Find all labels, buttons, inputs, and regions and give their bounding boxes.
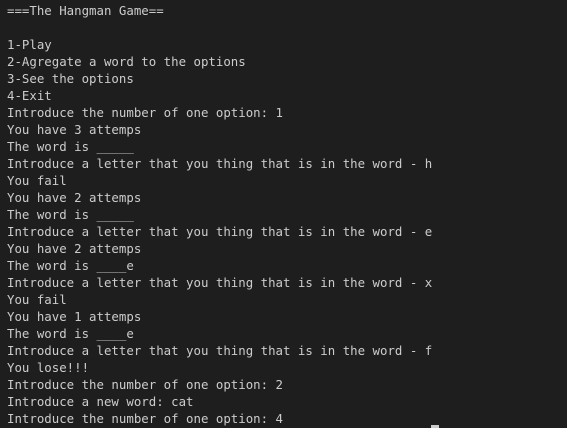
terminal-line: Introduce the number of one option: 1 <box>7 105 284 120</box>
terminal-line: Introduce a letter that you thing that i… <box>7 343 433 358</box>
terminal-line: The word is _____ <box>7 207 134 222</box>
terminal-line: ===The Hangman Game== <box>7 3 164 18</box>
terminal-line: You have 3 attemps <box>7 122 142 137</box>
terminal-line: The word is _____ <box>7 139 134 154</box>
terminal-line: Introduce the number of one option: 4 <box>7 411 284 426</box>
terminal-line: You have 2 attemps <box>7 241 142 256</box>
terminal-line: You fail <box>7 173 67 188</box>
terminal-line: 4-Exit <box>7 88 52 103</box>
terminal-line: 2-Agregate a word to the options <box>7 54 246 69</box>
terminal-output: ===The Hangman Game== 1-Play 2-Agregate … <box>7 2 567 427</box>
terminal-line: 1-Play <box>7 37 52 52</box>
terminal-line: Introduce a letter that you thing that i… <box>7 275 433 290</box>
terminal-line: You lose!!! <box>7 360 90 375</box>
terminal-line: You fail <box>7 292 67 307</box>
terminal-line: 3-See the options <box>7 71 134 86</box>
terminal-line: You have 2 attemps <box>7 190 142 205</box>
terminal-line: The word is ____e <box>7 326 134 341</box>
terminal-line: You have 1 attemps <box>7 309 142 324</box>
terminal-line: Introduce the number of one option: 2 <box>7 377 284 392</box>
terminal-line: Introduce a letter that you thing that i… <box>7 224 433 239</box>
terminal-window[interactable]: ===The Hangman Game== 1-Play 2-Agregate … <box>0 0 567 428</box>
terminal-line: The word is ____e <box>7 258 134 273</box>
terminal-line: Introduce a new word: cat <box>7 394 194 409</box>
terminal-line: Introduce a letter that you thing that i… <box>7 156 433 171</box>
